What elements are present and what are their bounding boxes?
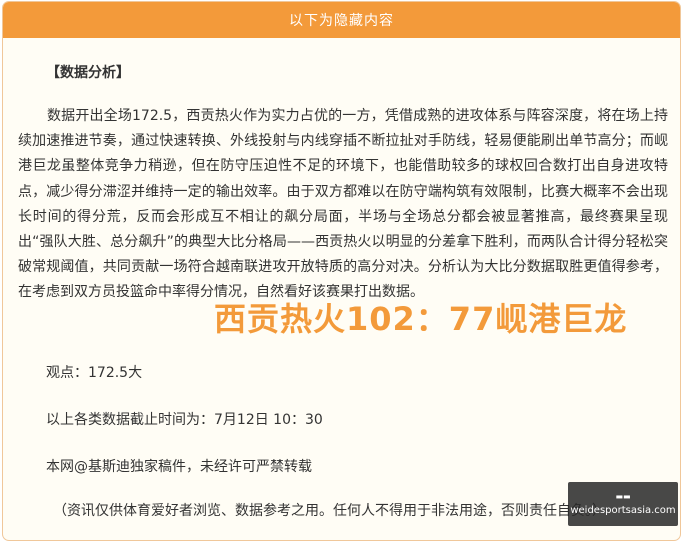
watermark-text: weidesportsasia.com [570, 505, 676, 516]
score-overlay: 西贡热火102：77岘港巨龙 [214, 300, 628, 338]
site-watermark: ▬▬ weidesportsasia.com [568, 482, 678, 526]
data-time-text: 以上各类数据截止时间为：7月12日 10：30 [46, 412, 323, 428]
viewpoint-text: 观点：172.5大 [46, 365, 143, 381]
panel-header-title: 以下为隐藏内容 [289, 13, 394, 29]
panel-header: 以下为隐藏内容 [3, 2, 680, 38]
disclaimer-text: （资讯仅供体育爱好者浏览、数据参考之用。任何人不得用于非法用途，否则责任自负。） [53, 503, 606, 519]
analysis-paragraph: 数据开出全场172.5，西贡热火作为实力占优的一方，凭借成熟的进攻体系与阵容深度… [18, 108, 668, 301]
hidden-content-panel: 以下为隐藏内容 【数据分析】 数据开出全场172.5，西贡热火作为实力占优的一方… [2, 1, 681, 541]
copyright-text: 本网@基斯迪独家稿件，未经许可严禁转载 [46, 459, 312, 475]
logo-icon: ▬▬ [615, 492, 631, 501]
section-title: 【数据分析】 [46, 65, 130, 81]
